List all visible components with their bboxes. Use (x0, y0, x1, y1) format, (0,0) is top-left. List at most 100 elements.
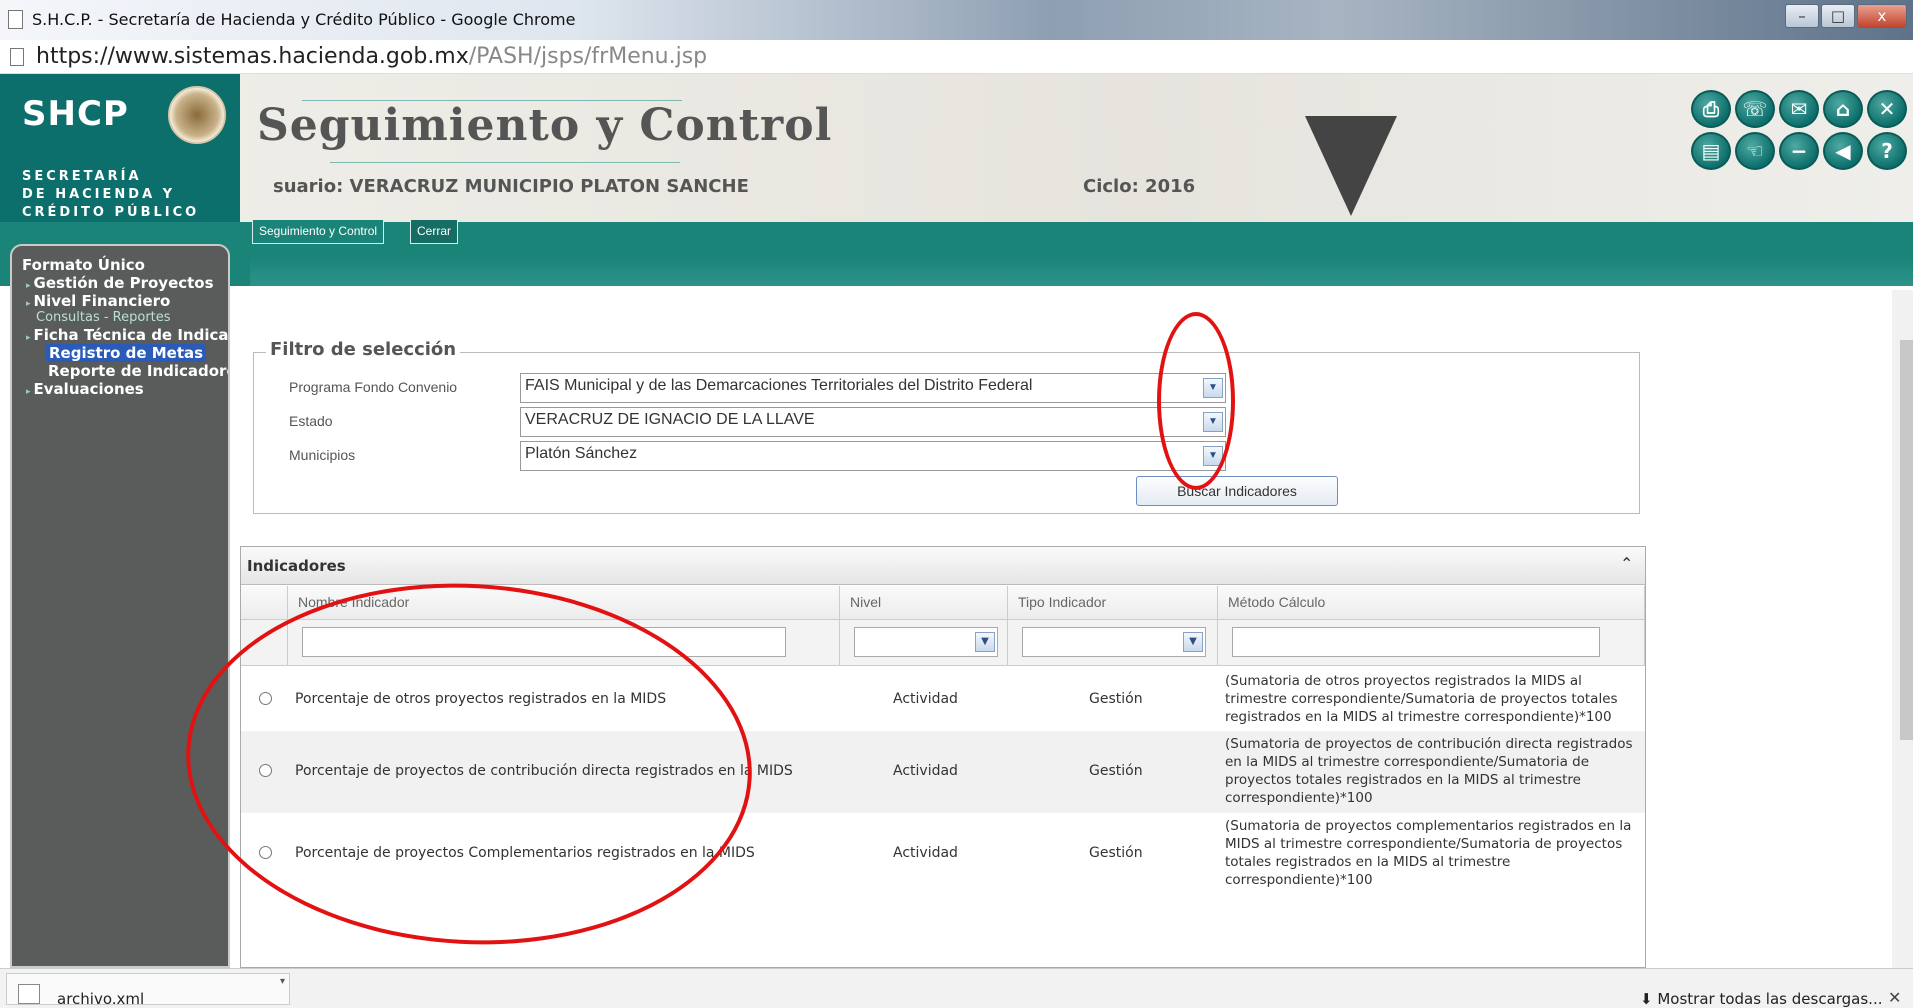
cell-nivel: Actividad (893, 691, 958, 707)
close-icon[interactable]: ✕ (1888, 988, 1901, 1007)
address-bar[interactable]: https://www.sistemas.hacienda.gob.mx/PAS… (0, 40, 1913, 74)
municipios-label: Municipios (289, 447, 356, 463)
chevron-down-icon[interactable]: ▼ (975, 632, 995, 652)
sidebar-item-gestion-proyectos[interactable]: ▸ Gestión de Proyectos (26, 274, 214, 292)
back-icon[interactable]: ◀ (1823, 132, 1863, 170)
arrow-icon: ▸ (26, 387, 31, 397)
column-header-tipo[interactable]: Tipo Indicador (1008, 586, 1218, 620)
sidebar-item-nivel-financiero[interactable]: ▸ Nivel Financiero (26, 292, 170, 310)
cell-metodo: (Sumatoria de otros proyectos registrado… (1225, 673, 1618, 725)
chevron-down-icon[interactable]: ▼ (1183, 632, 1203, 652)
mail-icon[interactable]: ✉ (1779, 90, 1819, 128)
browser-titlebar: S.H.C.P. - Secretaría de Hacienda y Créd… (0, 0, 1913, 40)
chevron-down-icon[interactable]: ▾ (280, 976, 285, 987)
url-host: https://www.sistemas.hacienda.gob.mx (36, 44, 469, 69)
hand-icon[interactable]: ☜ (1735, 132, 1775, 170)
home-icon[interactable]: ⌂ (1823, 90, 1863, 128)
scrollbar-thumb[interactable] (1900, 340, 1913, 740)
cell-tipo: Gestión (1089, 691, 1143, 707)
filter-nivel-select[interactable]: ▼ (854, 627, 998, 657)
grid-caption: Indicadores (247, 557, 346, 575)
sidebar-item-evaluaciones[interactable]: ▸ Evaluaciones (26, 380, 144, 398)
column-header-nivel[interactable]: Nivel (840, 586, 1008, 620)
collapse-icon[interactable]: ⌃ (1620, 554, 1633, 573)
programa-label: Programa Fondo Convenio (289, 379, 458, 395)
url-text[interactable]: https://www.sistemas.hacienda.gob.mx/PAS… (36, 44, 707, 69)
column-header-metodo[interactable]: Método Cálculo (1218, 586, 1645, 620)
grid-caption-bar (241, 547, 1645, 585)
printer-icon[interactable]: ⎙ (1691, 90, 1731, 128)
sidebar-item-label: Ficha Técnica de Indicadores (33, 326, 229, 344)
logo-subtitle: SECRETARÍA DE HACIENDA Y CRÉDITO PÚBLICO (22, 168, 199, 222)
filter-tipo-select[interactable]: ▼ (1022, 627, 1206, 657)
minimize-button[interactable]: – (1785, 4, 1819, 28)
estado-select[interactable]: VERACRUZ DE IGNACIO DE LA LLAVE ▼ (520, 407, 1226, 437)
close-icon[interactable]: ✕ (1867, 90, 1907, 128)
site-header: SHCP SECRETARÍA DE HACIENDA Y CRÉDITO PÚ… (0, 74, 1913, 222)
show-all-label: Mostrar todas las descargas... (1657, 990, 1883, 1008)
title-decor-line (330, 162, 680, 163)
filter-cell (1218, 620, 1645, 666)
sidebar-item-consultas-reportes[interactable]: Consultas - Reportes (36, 310, 171, 325)
arrow-icon: ▸ (26, 333, 31, 343)
sidebar-item-formato-unico[interactable]: Formato Único (22, 256, 145, 274)
annotation-oval (1157, 312, 1235, 490)
cell-nivel: Actividad (893, 845, 958, 861)
help-icon[interactable]: ? (1867, 132, 1907, 170)
header-select-col (241, 586, 288, 620)
shcp-logo-box: SHCP SECRETARÍA DE HACIENDA Y CRÉDITO PÚ… (0, 74, 240, 222)
window-controls: – □ x (1785, 4, 1907, 28)
usuario-label: suario: VERACRUZ MUNICIPIO PLATON SANCHE (273, 176, 749, 197)
close-window-button[interactable]: x (1857, 4, 1907, 28)
filter-cell: ▼ (840, 620, 1008, 666)
window-title: S.H.C.P. - Secretaría de Hacienda y Créd… (32, 10, 576, 29)
page-title: Seguimiento y Control (257, 100, 833, 151)
ciclo-label: Ciclo: 2016 (1083, 176, 1196, 197)
show-all-downloads-link[interactable]: ⬇ Mostrar todas las descargas... (1640, 990, 1883, 1008)
toolbar-icons: ⎙ ☏ ✉ ⌂ ✕ ▤ ☜ − ◀ ? (1691, 90, 1907, 170)
national-seal-icon (168, 86, 226, 144)
cell-metodo: (Sumatoria de proyectos de contribución … (1225, 736, 1633, 806)
maximize-button[interactable]: □ (1821, 4, 1855, 28)
tab-seguimiento-control[interactable]: Seguimiento y Control (252, 220, 385, 244)
download-bar (0, 968, 1913, 1008)
sidebar: Formato Único ▸ Gestión de Proyectos ▸ Niv… (10, 244, 230, 968)
sidebar-item-reporte-indicadores[interactable]: Reporte de Indicadores (48, 362, 230, 380)
phone-icon[interactable]: ☏ (1735, 90, 1775, 128)
cell-tipo: Gestión (1089, 845, 1143, 861)
sidebar-item-registro-metas[interactable]: Registro de Metas (46, 344, 207, 362)
clipboard-icon[interactable]: ▤ (1691, 132, 1731, 170)
estado-value: VERACRUZ DE IGNACIO DE LA LLAVE (525, 411, 815, 428)
page-icon (10, 48, 24, 66)
municipios-select[interactable]: Platón Sánchez ▼ (520, 441, 1226, 471)
logo-sub-line: SECRETARÍA (22, 169, 142, 184)
minus-icon[interactable]: − (1779, 132, 1819, 170)
sidebar-item-label: Formato Único (22, 256, 145, 274)
sidebar-item-ficha-tecnica[interactable]: ▸Ficha Técnica de Indicadores (26, 326, 229, 344)
logo-sub-line: CRÉDITO PÚBLICO (22, 205, 200, 220)
download-item[interactable] (6, 973, 290, 1005)
buscar-indicadores-button[interactable]: Buscar Indicadores (1136, 476, 1338, 506)
cell-metodo: (Sumatoria de proyectos complementarios … (1225, 818, 1632, 888)
url-path: /PASH/jsps/frMenu.jsp (468, 44, 708, 69)
menu-band-inner (250, 222, 1913, 286)
programa-select[interactable]: FAIS Municipal y de las Demarcaciones Te… (520, 373, 1226, 403)
arrow-icon: ▸ (26, 299, 31, 309)
sidebar-item-label: Consultas - Reportes (36, 310, 171, 325)
logo-sub-line: DE HACIENDA Y (22, 187, 176, 202)
sidebar-item-label: Gestión de Proyectos (33, 274, 214, 292)
filter-cell: ▼ (1008, 620, 1218, 666)
sidebar-item-label: Reporte de Indicadores (48, 362, 230, 380)
cell-tipo: Gestión (1089, 763, 1143, 779)
sidebar-item-label: Registro de Metas (49, 344, 204, 362)
programa-value: FAIS Municipal y de las Demarcaciones Te… (525, 377, 1033, 394)
sidebar-item-label: Evaluaciones (33, 380, 144, 398)
filter-metodo-input[interactable] (1232, 627, 1600, 657)
municipios-value: Platón Sánchez (525, 445, 638, 462)
tab-cerrar[interactable]: Cerrar (410, 220, 459, 244)
estado-label: Estado (289, 413, 333, 429)
download-file-name[interactable]: archivo.xml (57, 990, 144, 1008)
page-icon (8, 10, 23, 29)
header-decoration (1305, 116, 1397, 216)
arrow-icon: ▸ (26, 281, 31, 291)
